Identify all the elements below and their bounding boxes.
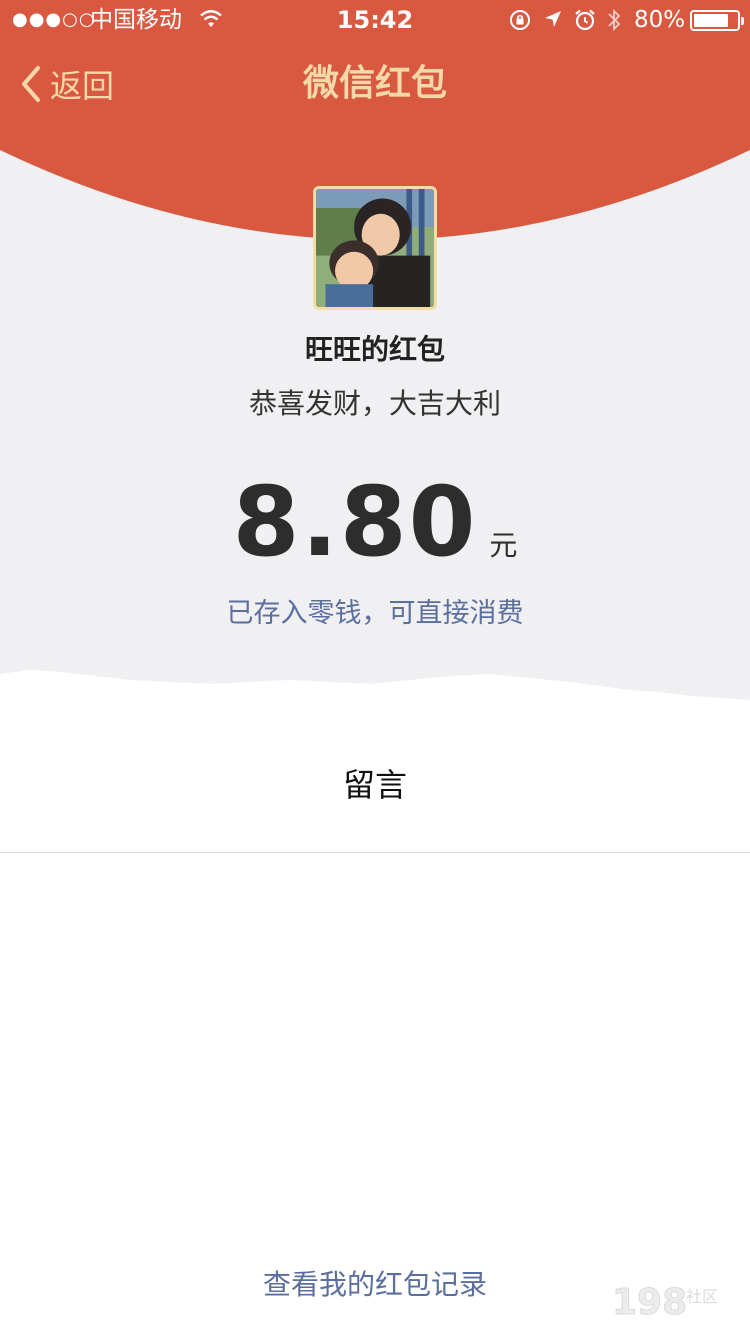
saved-to-balance-link[interactable]: 已存入零钱，可直接消费 xyxy=(0,594,750,634)
avatar-photo xyxy=(316,189,434,307)
torn-paper-edge xyxy=(0,670,750,720)
battery-level-fill xyxy=(694,14,728,27)
section-divider xyxy=(0,852,750,853)
battery-nub xyxy=(741,17,744,25)
amount-value: 8.80 xyxy=(232,466,478,578)
svg-text:社区: 社区 xyxy=(686,1287,718,1306)
battery-percent: 80% xyxy=(634,7,686,33)
currency-unit: 元 xyxy=(489,529,518,562)
amount-display: 8.80 元 xyxy=(0,462,750,582)
bluetooth-icon xyxy=(608,8,621,32)
alarm-icon xyxy=(575,9,595,31)
rotation-lock-icon xyxy=(510,10,530,30)
location-icon xyxy=(545,11,561,27)
battery-icon xyxy=(690,10,744,31)
svg-text:198: 198 xyxy=(612,1282,687,1323)
page-title: 微信红包 xyxy=(302,63,447,104)
sender-name: 旺旺的红包 xyxy=(304,333,445,366)
sender-avatar[interactable] xyxy=(313,186,437,310)
greeting-message: 恭喜发财，大吉大利 xyxy=(248,387,501,420)
message-section-title: 留言 xyxy=(342,766,407,804)
watermark-logo: 198 社区 xyxy=(612,1282,719,1324)
status-bar: ●●●○○ 中国移动 15:42 80% xyxy=(0,0,750,40)
